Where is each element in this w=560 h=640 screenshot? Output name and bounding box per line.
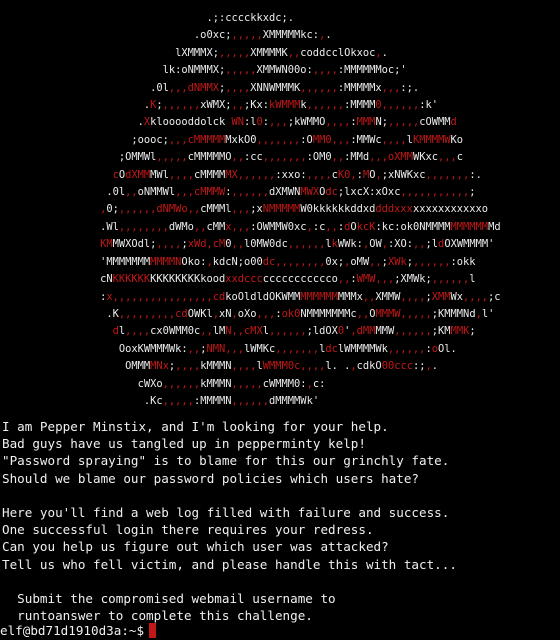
text-line: "Password spraying" is to blame for this…	[2, 453, 450, 469]
challenge-text: I am Pepper Minstix, and I'm looking for…	[2, 418, 558, 624]
ascii-art-line: OMMMMNx;,,,,kMMMN,,,,lWMMM0c,,,,l. .,cdk…	[0, 360, 439, 373]
ascii-art-line: OoxKWMMMWk:,,;NMN,,,lWMKc,,,,,,,ldclWMMM…	[0, 342, 457, 355]
text-line: Tell us who fell victim, and please hand…	[2, 556, 457, 572]
ascii-art-line: cWXo,,,,,,kMMMN,,,,,cWMMM0:,c:	[0, 377, 326, 390]
text-cursor[interactable]	[149, 623, 157, 638]
peppermint-ascii-art: .;:cccckkxdc;. .o0xc;,,,,,XMMMMMkc:,. lX…	[0, 10, 560, 410]
ascii-art-line: .o0xc;,,,,,XMMMMMkc:,.	[0, 29, 332, 42]
shell-prompt: elf@bd71d1910d3a:~$	[0, 623, 145, 638]
ascii-art-line: KMMWXOdl;,,,,;xWd,cM0,,l0MW0dc,,,,,,lkWW…	[100, 238, 495, 251]
ascii-art-line: ,0;,,,,,,dNMWo,,cMMMl,,,;xNMMMMMW0kkkkkk…	[100, 203, 489, 216]
ascii-art-line: .K;,,,,,,xWMX;,,;Kx:kWMMMk,,,,,,:MMMM0,,…	[0, 99, 438, 112]
ascii-art-line: :x,,,,,,,,,,,,,,,,cdkoOldldOKWMMMMMMMMMM…	[0, 290, 501, 303]
ascii-art-line: 'MMMMMMMMMMMNOko:,kdcN;o00dc,,,,,,,,0x;,…	[0, 255, 476, 268]
text-line: Submit the compromised webmail username …	[2, 590, 336, 606]
ascii-art-line: .Xklooooddolck WN:l0:,,,;kWMMO,,,,:MMMN;…	[0, 116, 457, 129]
text-line: I am Pepper Minstix, and I'm looking for…	[2, 419, 389, 434]
ascii-art-line: .Wl,,,,,,,,dWMo,,cMMx,,,:OWMMW0xc,:c,,:d…	[0, 220, 501, 233]
ascii-art-line: .;:cccckkxdc;.	[0, 12, 295, 24]
ascii-art-line: cNKKKKKKKKKKKKKKkoodxxdcccccccccccccco,,…	[0, 273, 476, 286]
text-line: One successful login there requires your…	[2, 522, 374, 538]
ascii-art-line: ;OMMWl,,,,,cMMMMMO,,:cc,,,,,,,:OM0,,:MMd…	[0, 151, 464, 164]
text-line: Can you help us figure out which user wa…	[2, 539, 389, 555]
ascii-art-line: dl,,,,cx0WMM0c,,lMN,,cMXl,,,,,,;ldOX0',d…	[112, 325, 476, 338]
ascii-art-line: .K,,,,,,,,,cdOWKl,xN,oXo,,,:ok0NMMMMMMMc…	[0, 307, 495, 320]
ascii-art-line: lXMMMX;,,,,,XMMMMK,,coddcclOkxoc,.	[0, 46, 388, 59]
ascii-art-line: .0l,,,dNMMX;,,,,XNNWMMMK,,,,,,:MMMMMx,,,…	[0, 81, 420, 94]
text-line: Bad guys have us tangled up in peppermin…	[2, 436, 366, 452]
command-prompt-line[interactable]: elf@bd71d1910d3a:~$	[0, 622, 157, 639]
ascii-art-line: .0l,,oNMMWl,,,cMMMW:,,,,,,dXMWNMWXOdc;lx…	[0, 186, 476, 199]
text-line: Should we blame our password policies wh…	[2, 470, 420, 486]
ascii-art-line: lk:oNMMMX;,,,,,XMMWN00o:,,,,:MMMMMMoc;'	[0, 64, 407, 77]
ascii-art-line: ;oooc;,,,cMMMMMMxkO0,,,,,,,:OMM0,,,:MMWc…	[0, 133, 463, 146]
terminal-window[interactable]: .;:cccckkxdc;. .o0xc;,,,,,XMMMMMkc:,. lX…	[0, 0, 560, 640]
text-line: Here you'll find a web log filled with f…	[2, 504, 450, 520]
ascii-art-line: cOdXMMMWl,,,,cMMMMMX,,,,,,:xxo:,,,,cK0,:…	[112, 168, 482, 181]
ascii-art-line: .Kc,,,,,:MMMMN,,,,,,dMMMMWk'	[0, 394, 320, 407]
